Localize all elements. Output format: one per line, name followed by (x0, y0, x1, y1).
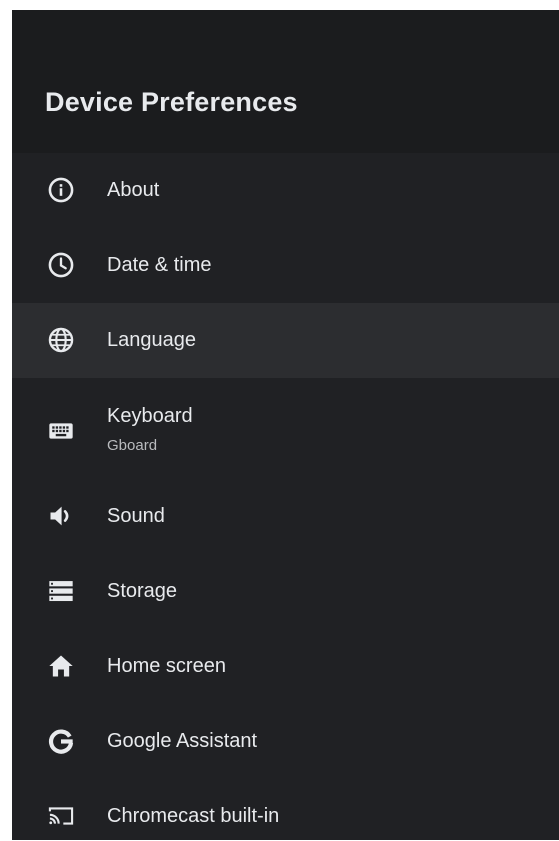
info-icon (46, 175, 76, 205)
clock-icon (46, 250, 76, 280)
menu-item-language[interactable]: Language (12, 303, 559, 378)
menu-item-label: Date & time (107, 254, 212, 276)
menu-item-label: Home screen (107, 655, 226, 677)
menu-item-sound[interactable]: Sound (12, 479, 559, 554)
home-icon (46, 651, 76, 681)
menu-item-google-assistant[interactable]: Google Assistant (12, 704, 559, 779)
globe-icon (46, 325, 76, 355)
menu-item-label: Storage (107, 580, 178, 602)
menu-item-date-time[interactable]: Date & time (12, 228, 559, 303)
cast-icon (46, 801, 76, 831)
menu-item-label: Keyboard (107, 405, 193, 427)
page-title: Device Preferences (45, 87, 298, 117)
menu-item-label: Sound (107, 505, 165, 527)
menu-item-keyboard[interactable]: Keyboard Gboard (12, 378, 559, 479)
menu-item-home-screen[interactable]: Home screen (12, 629, 559, 704)
menu-item-chromecast[interactable]: Chromecast built-in (12, 779, 559, 840)
settings-panel: Device Preferences About Date & time Lan… (12, 10, 559, 840)
menu-item-sublabel: Gboard (107, 437, 158, 454)
header: Device Preferences (12, 10, 559, 153)
menu-item-label: Chromecast built-in (107, 805, 280, 827)
keyboard-icon (46, 416, 76, 446)
storage-icon (46, 576, 76, 606)
menu-item-storage[interactable]: Storage (12, 554, 559, 629)
menu-item-label: Google Assistant (107, 730, 258, 752)
preferences-list: About Date & time Language Keyboard Gboa… (12, 153, 559, 840)
google-g-icon (46, 726, 76, 756)
menu-item-about[interactable]: About (12, 153, 559, 228)
speaker-icon (46, 501, 76, 531)
menu-item-label: About (107, 179, 160, 201)
menu-item-label: Language (107, 329, 196, 351)
